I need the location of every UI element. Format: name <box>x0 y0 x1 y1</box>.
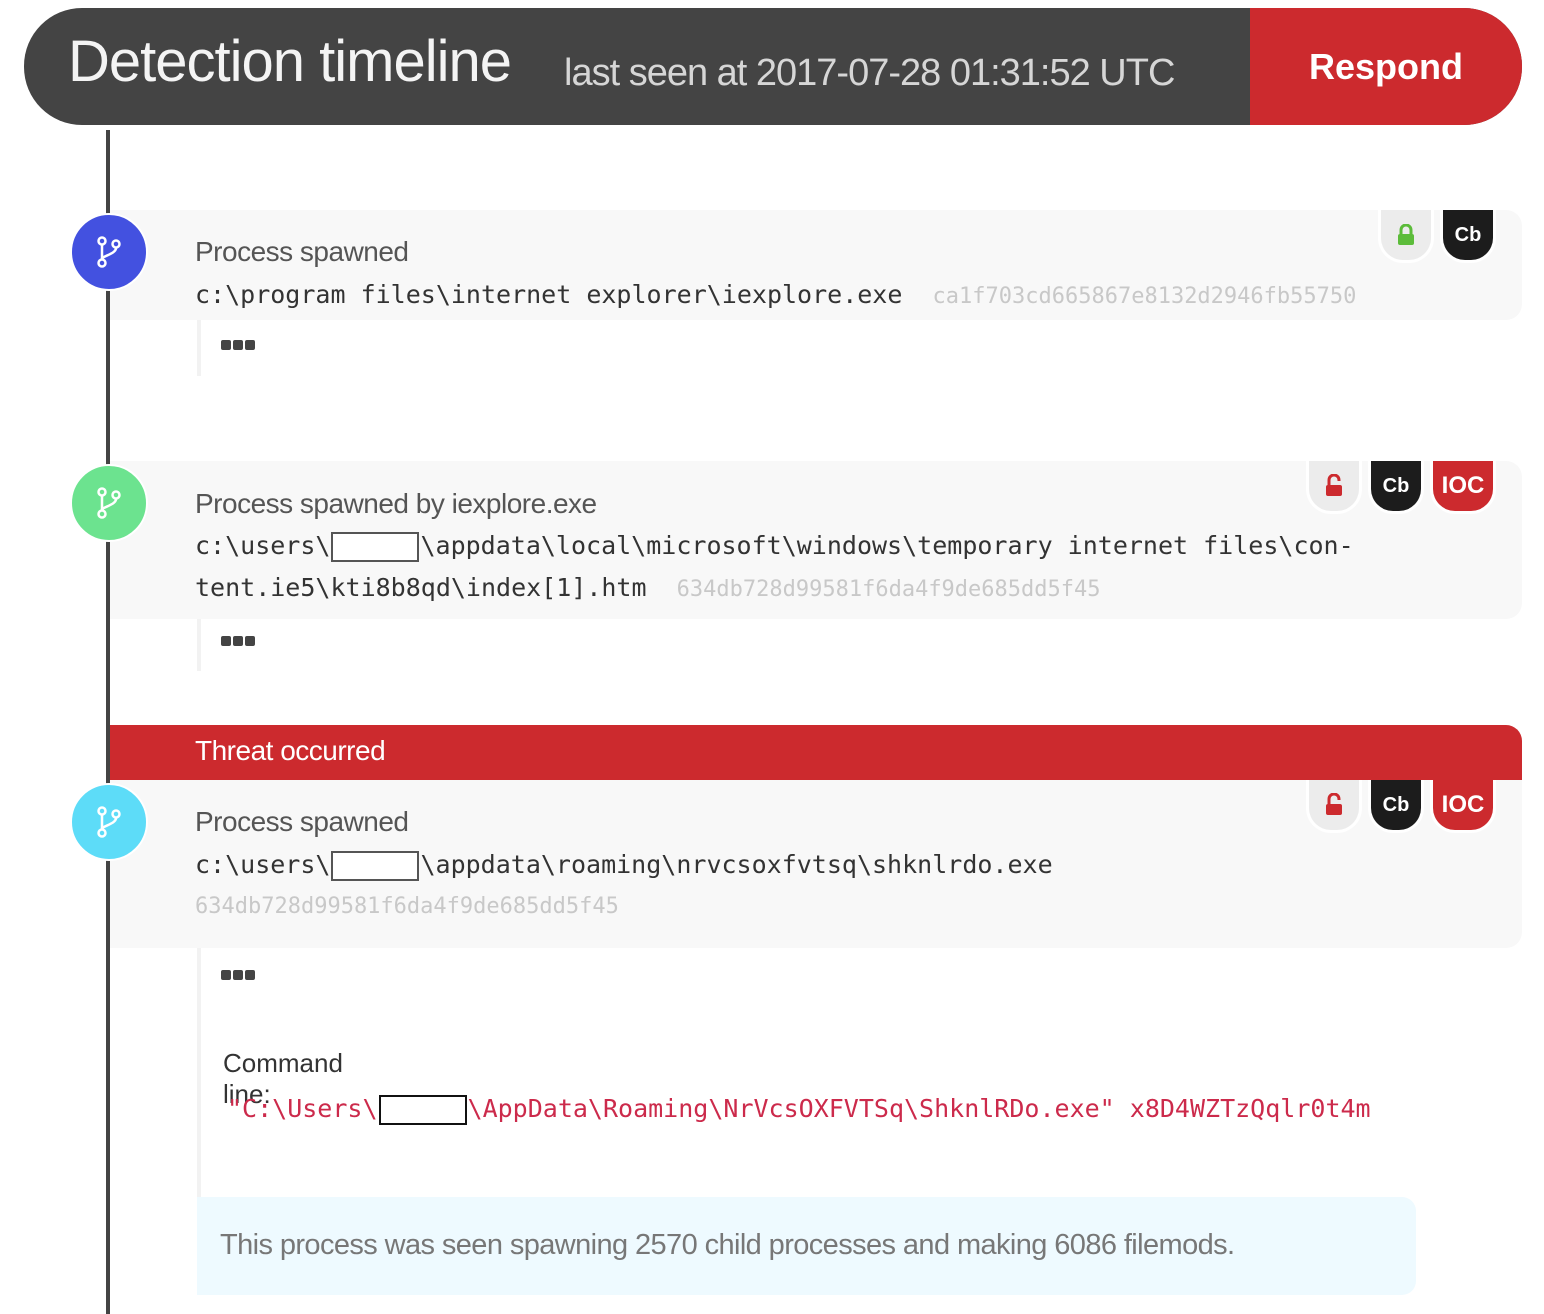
lock-open-badge[interactable] <box>1306 780 1362 833</box>
lock-open-badge[interactable] <box>1306 461 1362 514</box>
path-text: c:\users\ <box>195 531 331 560</box>
branch-icon <box>97 487 121 519</box>
command-text: "C:\Users\ <box>227 1094 378 1123</box>
process-path: c:\users\ \appdata\roaming\nrvcsoxfvtsq\s… <box>195 844 1053 886</box>
event-badges: Cb IOC <box>1306 780 1496 833</box>
event-label: Process spawned by iexplore.exe <box>195 488 597 519</box>
more-dots-icon[interactable] <box>221 970 255 984</box>
process-hash[interactable]: 634db728d99581f6da4f9de685dd5f45 <box>677 577 1101 602</box>
process-hash[interactable]: 634db728d99581f6da4f9de685dd5f45 <box>195 894 619 919</box>
redacted-username <box>331 851 420 881</box>
event-details <box>197 619 255 671</box>
timeline-event: Process spawned by iexplore.exe c:\users… <box>110 461 1522 619</box>
lock-open-icon <box>1326 474 1342 496</box>
path-text: tent.ie5\kti8b8qd\index[1].htm <box>195 573 647 602</box>
process-hash[interactable]: ca1f703cd665867e8132d2946fb55750 <box>933 284 1357 309</box>
path-text: \appdata\roaming\nrvcsoxfvtsq\shknlrdo.e… <box>420 850 1053 879</box>
timeline-event: Process spawned c:\program files\interne… <box>110 210 1522 320</box>
respond-button[interactable]: Respond <box>1250 8 1522 125</box>
event-badges: Cb <box>1378 210 1496 263</box>
page-title: Detection timeline <box>68 29 512 94</box>
ioc-badge[interactable]: IOC <box>1430 461 1496 514</box>
lock-closed-icon <box>1398 224 1414 245</box>
redacted-username <box>378 1095 467 1125</box>
command-text: \AppData\Roaming\NrVcsOXFVTSq\ShknlRDo.e… <box>467 1094 1371 1123</box>
process-stats-text: This process was seen spawning 2570 chil… <box>220 1229 1235 1261</box>
more-dots-icon[interactable] <box>221 636 255 650</box>
lock-closed-badge[interactable] <box>1378 210 1434 263</box>
event-details <box>197 320 255 376</box>
event-label: Process spawned <box>195 236 409 267</box>
path-text: c:\program files\internet explorer\iexpl… <box>195 280 903 309</box>
cb-badge[interactable]: Cb <box>1368 461 1424 514</box>
event-node[interactable] <box>70 464 148 542</box>
event-details: Command line: "C:\Users\ \AppData\Roaming… <box>197 948 1371 1198</box>
last-seen-timestamp: last seen at 2017-07-28 01:31:52 UTC <box>564 52 1175 94</box>
branch-icon <box>97 236 121 268</box>
redacted-username <box>331 532 420 562</box>
timeline-event: Process spawned c:\users\ \appdata\roamin… <box>110 780 1522 948</box>
process-path: c:\program files\internet explorer\iexpl… <box>195 274 1356 318</box>
cb-badge[interactable]: Cb <box>1368 780 1424 833</box>
more-dots-icon[interactable] <box>221 340 255 354</box>
process-stats-info: This process was seen spawning 2570 chil… <box>197 1197 1416 1295</box>
process-path: c:\users\ \appdata\local\microsoft\window… <box>195 525 1354 611</box>
event-badges: Cb IOC <box>1306 461 1496 514</box>
event-node[interactable] <box>70 213 148 291</box>
path-text: \appdata\local\microsoft\windows\tempora… <box>420 531 1354 560</box>
threat-banner-label: Threat occurred <box>195 735 386 766</box>
event-label: Process spawned <box>195 806 409 837</box>
command-line-value: "C:\Users\ \AppData\Roaming\NrVcsOXFVTSq\… <box>227 1094 1371 1125</box>
ioc-badge[interactable]: IOC <box>1430 780 1496 833</box>
threat-occurred-banner: Threat occurred <box>110 725 1522 780</box>
detection-timeline-header: Detection timeline last seen at 2017-07-… <box>24 8 1522 125</box>
path-text: c:\users\ <box>195 850 331 879</box>
branch-icon <box>97 806 121 838</box>
lock-open-icon <box>1326 793 1342 815</box>
cb-badge[interactable]: Cb <box>1440 210 1496 263</box>
event-node[interactable] <box>70 783 148 861</box>
